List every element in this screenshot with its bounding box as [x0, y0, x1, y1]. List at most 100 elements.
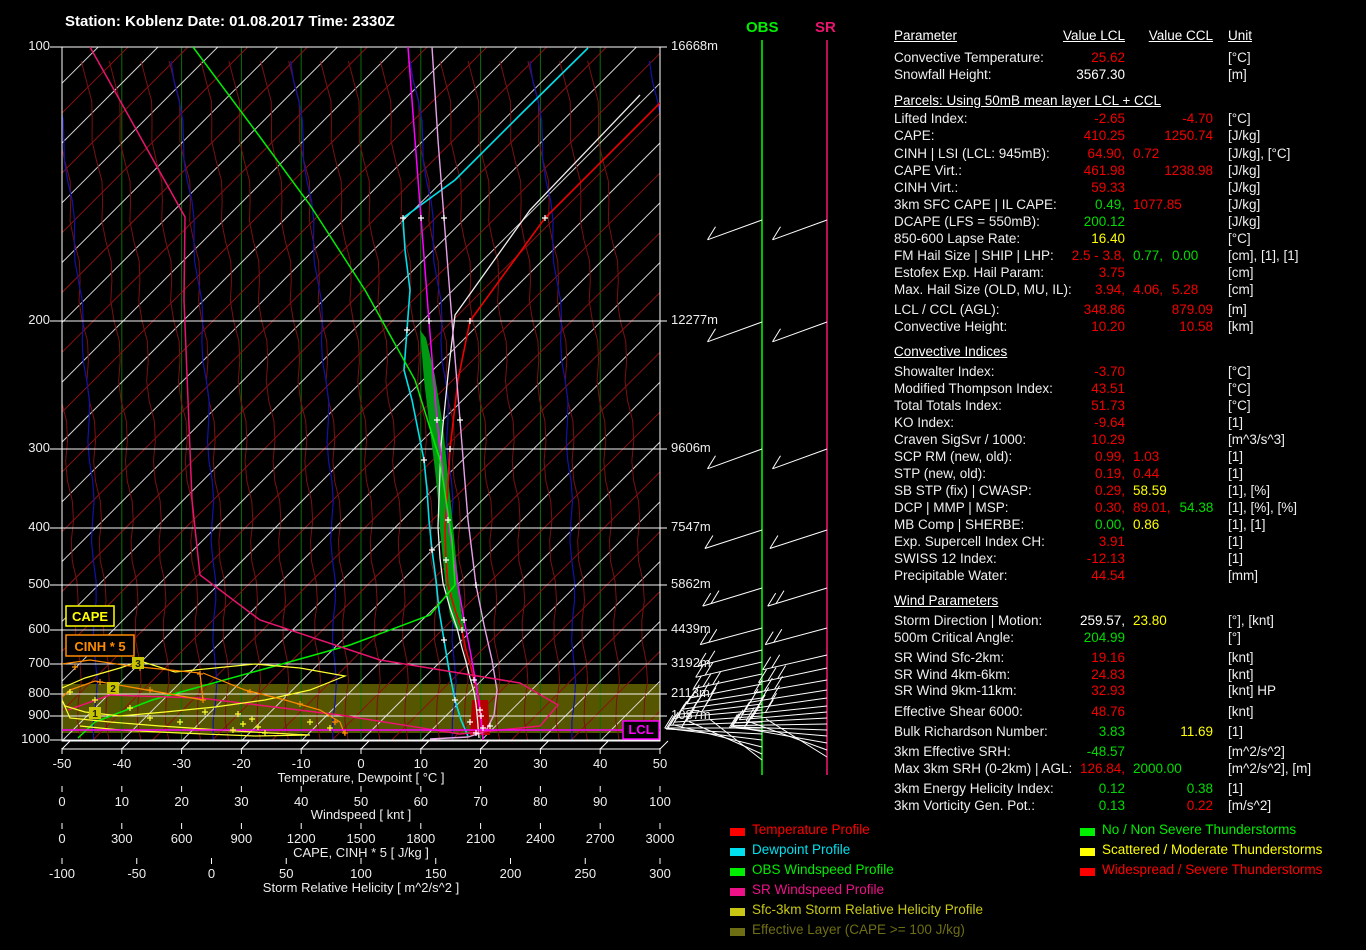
- table-row: DCAPE (LFS = 550mB): 200.12 [J/kg]: [894, 214, 1366, 230]
- isotherm-major: [62, 142, 660, 741]
- profile-marker: [426, 318, 432, 324]
- wind-barb: [753, 676, 828, 694]
- temp-tick-label: 50: [652, 756, 668, 771]
- row-unit: [°C]: [1228, 381, 1251, 396]
- table-row: Craven SigSvr / 1000: 10.29 [m^3/s^3]: [894, 432, 1366, 448]
- row-unit: [°C]: [1228, 398, 1251, 413]
- sounding-app: Station: Koblenz Date: 01.08.2017 Time: …: [0, 0, 1366, 950]
- altitude-label: 4439m: [671, 621, 711, 636]
- value-ccl: 879.09: [1171, 302, 1213, 317]
- cape-tick-label: 2400: [525, 831, 555, 846]
- value-3: 5.28: [1172, 282, 1199, 297]
- wind-barb: [688, 721, 763, 755]
- value-flow: 0.72: [1133, 146, 1159, 161]
- legend-label: Widespread / Severe Thunderstorms: [1102, 862, 1323, 877]
- table-row: Snowfall Height: 3567.30 [m]: [894, 67, 1366, 83]
- pressure-tick-label: 400: [28, 519, 50, 534]
- row-unit: [1]: [1228, 534, 1244, 549]
- dry-adiabat: [347, 60, 409, 741]
- value-lcl: 126.84,: [1079, 761, 1125, 776]
- table-row: MB Comp | SHERBE: 0.00, 0.86 [1], [1]: [894, 517, 1366, 533]
- altitude-label: 9606m: [671, 440, 711, 455]
- profile-marker: [404, 327, 410, 333]
- legend-label: OBS Windspeed Profile: [752, 862, 894, 877]
- table-row: KO Index: -9.64 [1]: [894, 415, 1366, 431]
- value-3: 0.00: [1172, 248, 1199, 263]
- value-2: 4.06,: [1133, 282, 1164, 297]
- row-unit: [1], [%], [%]: [1228, 500, 1298, 515]
- dry-adiabat: [587, 60, 648, 741]
- pressure-tick-label: 900: [28, 707, 50, 722]
- srh-axis-title: Storm Relative Helicity [ m^2/s^2 ]: [262, 880, 460, 895]
- value-lcl: 200.12: [1083, 214, 1125, 229]
- wind-tick-label: 0: [58, 794, 66, 809]
- value-flow: 23.80: [1133, 613, 1167, 628]
- temperature-profile: [444, 102, 660, 741]
- cape-label: CAPE: [72, 609, 108, 624]
- profile-marker: [441, 215, 447, 221]
- lcl-label: LCL: [628, 722, 653, 737]
- value-lcl: 48.76: [1091, 704, 1125, 719]
- table-row: Max 3km SRH (0-2km) | AGL: 126.84, 2000.00…: [894, 761, 1366, 777]
- row-unit: [1]: [1228, 724, 1244, 739]
- table-row: Convective Height: 10.20 10.58 [km]: [894, 319, 1366, 335]
- value-lcl: -9.64: [1094, 415, 1125, 430]
- temp-tick-label: -40: [112, 756, 132, 771]
- bottom-hatch: [241, 740, 250, 750]
- table-row: Bulk Richardson Number: 3.83 11.69 [1]: [894, 724, 1366, 740]
- value-lcl: 0.30,: [1094, 500, 1125, 515]
- value-ccl: 0.22: [1186, 798, 1213, 813]
- dry-adiabat: [168, 60, 230, 741]
- bottom-hatch: [480, 740, 489, 750]
- cape-tick-label: 600: [170, 831, 193, 846]
- row-unit: [1], [1]: [1228, 517, 1266, 532]
- value-ccl: 0.38: [1186, 781, 1213, 796]
- cinh-profile-marker: [197, 671, 203, 677]
- value-lcl: 16.40: [1091, 231, 1125, 246]
- bottom-hatch: [61, 740, 71, 750]
- profile-marker: [441, 637, 447, 643]
- cape-tick-label: 2700: [585, 831, 615, 846]
- legend-swatch-icon: [1080, 848, 1095, 856]
- table-row: CAPE Virt.: 461.98 1238.98 [J/kg]: [894, 163, 1366, 179]
- value-lcl: -48.57: [1086, 744, 1125, 759]
- profile-marker: [418, 215, 424, 221]
- table-row: SCP RM (new, old): 0.99, 1.03 [1]: [894, 449, 1366, 465]
- row-unit: [J/kg]: [1228, 128, 1261, 143]
- value-flow: 58.59: [1133, 483, 1167, 498]
- bottom-hatch: [181, 740, 190, 750]
- temp-tick-label: -30: [172, 756, 191, 771]
- wind-tick-label: 90: [592, 794, 608, 809]
- value-lcl: 3.94,: [1094, 282, 1125, 297]
- value-lcl: 259.57,: [1079, 613, 1125, 628]
- srh-tick-label: 250: [574, 866, 597, 881]
- wind-barb: [707, 219, 763, 241]
- table-row: Effective Shear 6000: 48.76 [knt]: [894, 704, 1366, 720]
- pressure-tick-label: 300: [28, 440, 50, 455]
- table-row: CAPE: 410.25 1250.74 [J/kg]: [894, 128, 1366, 144]
- temp-tick-label: -10: [291, 756, 311, 771]
- value-ccl: -4.70: [1182, 111, 1213, 126]
- temp-tick-label: -20: [231, 756, 251, 771]
- cape-tick-label: 0: [58, 831, 66, 846]
- row-unit: [°C]: [1228, 111, 1251, 126]
- row-unit: [1]: [1228, 415, 1244, 430]
- row-unit: [m^3/s^3]: [1228, 432, 1285, 447]
- wind-barb: [704, 529, 763, 549]
- legend-label: Scattered / Moderate Thunderstorms: [1102, 842, 1323, 857]
- row-unit: [cm]: [1228, 282, 1254, 297]
- isotherm-major: [300, 381, 660, 741]
- row-unit: [J/kg]: [1228, 163, 1261, 178]
- section-header: Convective Indices: [894, 344, 1008, 359]
- profile-marker: [473, 582, 479, 588]
- cape-tick-label: 300: [110, 831, 133, 846]
- table-row: Storm Direction | Motion: 259.57, 23.80 [°]…: [894, 613, 1366, 629]
- wind-barb: [772, 448, 828, 470]
- isotherm-major: [241, 321, 660, 741]
- value-lcl: 3567.30: [1076, 67, 1125, 82]
- table-row: Convective Temperature: 25.62 [°C]: [894, 50, 1366, 66]
- wind-tick-label: 10: [114, 794, 130, 809]
- value-2: 2000.00: [1133, 761, 1182, 776]
- cape-tick-label: 3000: [645, 831, 675, 846]
- value-lcl: 25.62: [1091, 50, 1125, 65]
